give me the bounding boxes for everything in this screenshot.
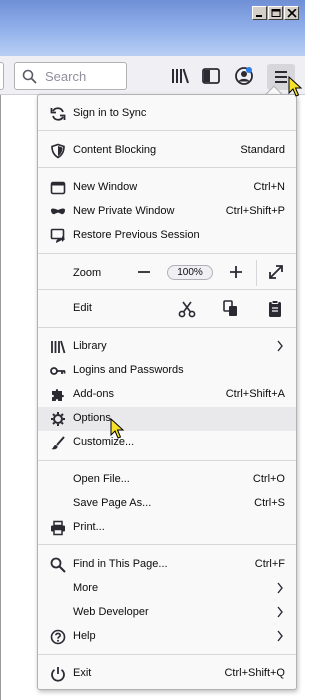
menu-separator xyxy=(38,327,296,328)
chevron-right-icon xyxy=(277,606,283,618)
search-icon xyxy=(50,557,66,573)
menu-separator xyxy=(38,167,296,168)
menu-shortcut: Ctrl+N xyxy=(253,181,285,193)
menu-label: Content Blocking xyxy=(73,144,157,156)
menu-label: Find in This Page... xyxy=(73,558,168,570)
menu-sign-in-sync[interactable]: Sign in to Sync xyxy=(38,102,296,126)
menu-label: Exit xyxy=(73,667,92,679)
browser-toolbar: Search xyxy=(0,56,305,95)
menu-library[interactable]: Library xyxy=(38,335,296,359)
sidebar-icon[interactable] xyxy=(200,65,222,87)
menu-vertical-divider xyxy=(256,260,257,286)
menu-new-private-window[interactable]: New Private Window Ctrl+Shift+P xyxy=(38,200,296,224)
menu-label: New Window xyxy=(73,181,138,193)
mouse-cursor-icon xyxy=(110,418,125,439)
menu-separator xyxy=(38,130,296,131)
menu-separator xyxy=(38,289,296,290)
mouse-cursor-icon xyxy=(288,76,303,97)
chevron-right-icon xyxy=(277,340,283,352)
menu-print[interactable]: Print... xyxy=(38,516,296,540)
menu-separator xyxy=(38,253,296,254)
menu-label: More xyxy=(73,582,99,594)
printer-icon xyxy=(51,520,65,536)
menu-label: New Private Window xyxy=(73,205,175,217)
new-window-icon xyxy=(50,181,66,195)
menu-label: Options xyxy=(73,412,111,424)
menu-shortcut: Ctrl+O xyxy=(252,473,285,485)
menu-label: Sign in to Sync xyxy=(73,107,147,119)
paintbrush-icon xyxy=(51,436,65,450)
menu-open-file[interactable]: Open File... Ctrl+O xyxy=(38,468,296,492)
menu-label: Help xyxy=(73,630,96,642)
menu-more[interactable]: More xyxy=(38,577,296,601)
menu-label: Save Page As... xyxy=(73,497,152,509)
menu-customize[interactable]: Customize... xyxy=(38,431,296,455)
account-icon[interactable] xyxy=(233,65,255,87)
window-title-bar xyxy=(0,0,305,56)
menu-label: Library xyxy=(73,340,107,352)
search-input[interactable]: Search xyxy=(14,62,127,90)
menu-new-window[interactable]: New Window Ctrl+N xyxy=(38,176,296,200)
library-icon[interactable] xyxy=(169,65,191,87)
menu-separator xyxy=(38,544,296,545)
copy-icon[interactable] xyxy=(220,298,242,320)
zoom-out-button[interactable] xyxy=(132,260,156,284)
menu-web-developer[interactable]: Web Developer xyxy=(38,601,296,625)
puzzle-icon xyxy=(52,389,64,401)
maximize-button[interactable] xyxy=(268,6,283,20)
help-icon xyxy=(50,629,66,645)
menu-label: Add-ons xyxy=(73,388,114,400)
cut-icon[interactable] xyxy=(176,298,198,320)
menu-help[interactable]: Help xyxy=(38,625,296,649)
key-icon xyxy=(50,367,66,375)
menu-label: Web Developer xyxy=(73,606,149,618)
library-icon xyxy=(51,340,66,354)
window-left-border xyxy=(0,95,1,700)
zoom-reset-button[interactable]: 100% xyxy=(167,265,213,280)
minimize-button[interactable] xyxy=(252,6,267,20)
search-icon xyxy=(22,69,37,84)
minimize-icon xyxy=(256,15,262,17)
url-bar[interactable] xyxy=(0,62,4,90)
private-mask-icon xyxy=(51,208,65,215)
maximize-icon xyxy=(271,9,281,17)
menu-label: Edit xyxy=(73,302,92,314)
menu-addons[interactable]: Add-ons Ctrl+Shift+A xyxy=(38,383,296,407)
menu-label: Print... xyxy=(73,521,105,533)
zoom-in-button[interactable] xyxy=(224,260,248,284)
menu-shortcut: Ctrl+S xyxy=(254,497,285,509)
window-controls xyxy=(252,6,299,20)
menu-find-in-page[interactable]: Find in This Page... Ctrl+F xyxy=(38,553,296,577)
menu-shortcut: Ctrl+Shift+A xyxy=(225,388,285,400)
menu-exit[interactable]: Exit Ctrl+Shift+Q xyxy=(38,662,296,686)
restore-session-icon xyxy=(50,228,65,243)
power-icon xyxy=(51,667,65,682)
menu-shortcut: Ctrl+Shift+Q xyxy=(224,667,285,679)
menu-save-page[interactable]: Save Page As... Ctrl+S xyxy=(38,492,296,516)
menu-label: Open File... xyxy=(73,473,130,485)
chevron-right-icon xyxy=(277,630,283,642)
paste-icon[interactable] xyxy=(264,298,286,320)
menu-logins-passwords[interactable]: Logins and Passwords xyxy=(38,359,296,383)
search-placeholder: Search xyxy=(45,69,87,84)
menu-label: Zoom xyxy=(73,267,102,279)
menu-restore-session[interactable]: Restore Previous Session xyxy=(38,224,296,248)
content-blocking-status: Standard xyxy=(240,144,285,156)
menu-separator xyxy=(38,654,296,655)
menu-content-blocking[interactable]: Content Blocking Standard xyxy=(38,139,296,163)
menu-edit-row: Edit xyxy=(38,297,296,321)
chevron-right-icon xyxy=(277,582,283,594)
close-button[interactable] xyxy=(284,6,299,20)
menu-shortcut: Ctrl+Shift+P xyxy=(225,205,285,217)
menu-label: Logins and Passwords xyxy=(73,364,184,376)
menu-separator xyxy=(38,460,296,461)
menu-options[interactable]: Options xyxy=(38,407,296,431)
fullscreen-button[interactable] xyxy=(264,260,288,284)
menu-label: Restore Previous Session xyxy=(73,229,200,241)
gear-icon xyxy=(51,412,65,426)
menu-shortcut: Ctrl+F xyxy=(254,558,285,570)
shield-icon xyxy=(51,143,65,159)
sync-icon xyxy=(50,107,66,121)
close-icon xyxy=(287,9,297,18)
